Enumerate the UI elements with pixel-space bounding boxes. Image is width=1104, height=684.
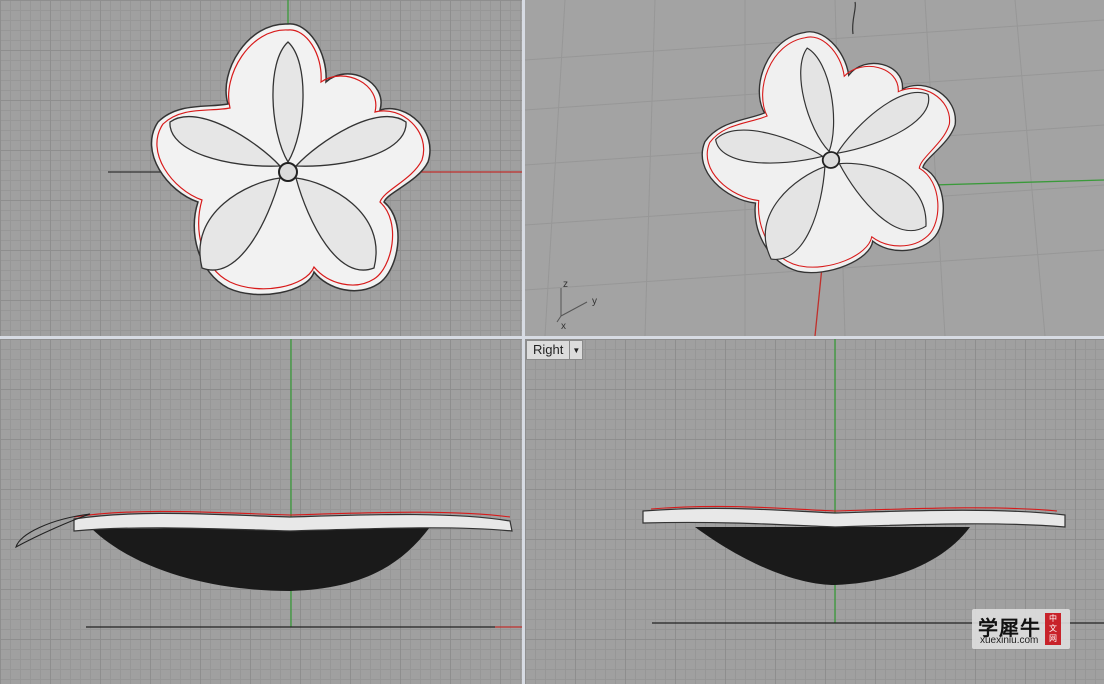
flower-model-perspective — [701, 31, 956, 274]
dish-side-profile-right — [642, 505, 1066, 585]
viewport-title-tab[interactable]: Right ▼ — [526, 340, 584, 360]
gizmo-z-label: z — [563, 279, 568, 290]
watermark-logo: 学犀牛 xuexiniu.com 中文网 — [972, 609, 1070, 649]
front-viewport[interactable] — [0, 339, 522, 684]
dish-side-profile-front — [15, 510, 513, 591]
axis-gizmo: z y x — [556, 279, 597, 332]
viewport-splitter-vertical[interactable] — [522, 0, 525, 684]
perspective-view-canvas: z y x — [525, 0, 1104, 336]
viewport-title-label[interactable]: Right — [527, 341, 569, 359]
watermark-badge: 中文网 — [1045, 613, 1061, 645]
top-view-canvas — [108, 0, 522, 296]
viewport-splitter-horizontal[interactable] — [0, 336, 1104, 339]
triangle-down-icon[interactable]: ▼ — [569, 341, 582, 359]
front-view-canvas — [15, 339, 522, 628]
watermark-url: xuexiniu.com — [980, 635, 1039, 646]
flower-model-top — [150, 23, 431, 296]
perspective-viewport[interactable]: z y x — [525, 0, 1104, 336]
top-viewport[interactable] — [0, 0, 522, 336]
gizmo-x-label: x — [561, 321, 566, 332]
gizmo-y-label: y — [592, 296, 597, 307]
